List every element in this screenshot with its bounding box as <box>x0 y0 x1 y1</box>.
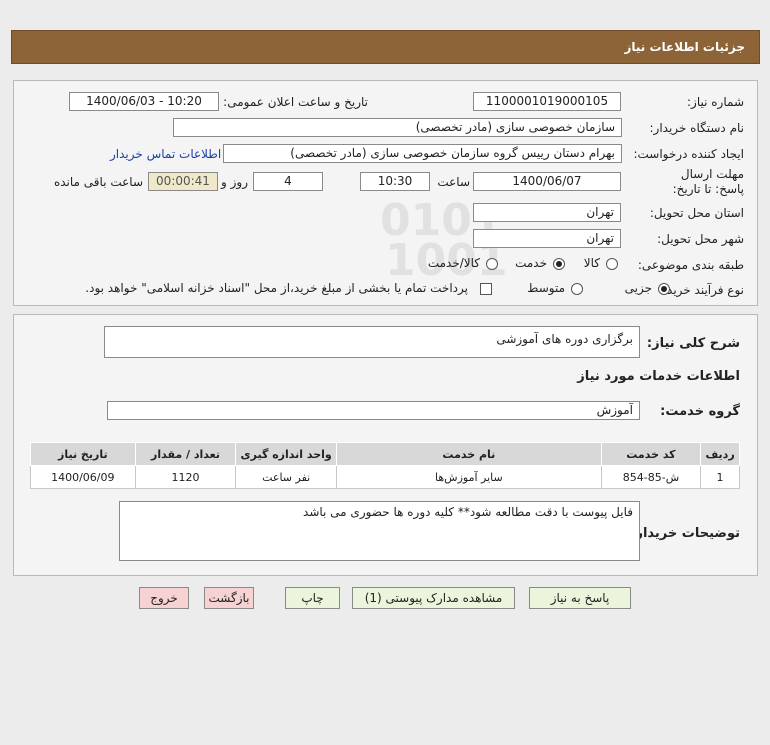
province-field[interactable]: تهران <box>473 203 621 222</box>
table-row[interactable]: 1 ش-85-854 سایر آموزش‌ها نفر ساعت 1120 1… <box>30 465 740 489</box>
col-code-header: کد خدمت <box>600 442 702 466</box>
buyer-contact-link[interactable]: اطلاعات تماس خریدار <box>110 147 221 161</box>
category-option-goods-service: کالا/خدمت <box>427 256 480 270</box>
category-radio-goods[interactable] <box>606 258 618 270</box>
cell-date: 1400/06/09 <box>30 465 136 489</box>
cell-unit: نفر ساعت <box>235 465 337 489</box>
process-label: نوع فرآیند خرید : <box>659 283 744 297</box>
announce-label: تاریخ و ساعت اعلان عمومی: <box>223 95 368 109</box>
process-option-minor: جزیی <box>624 281 652 295</box>
need-number-field[interactable]: 1100001019000105 <box>473 92 621 111</box>
service-group-field[interactable]: آموزش <box>107 401 640 420</box>
deadline-label: مهلت ارسال پاسخ: تا تاریخ: <box>672 167 744 196</box>
summary-label: شرح کلی نیاز: <box>646 336 740 351</box>
city-field[interactable]: تهران <box>473 229 621 248</box>
buyer-notes-label: توضیحات خریدار: <box>630 526 740 541</box>
announce-datetime-field[interactable]: 1400/06/03 - 10:20 <box>69 92 219 111</box>
cell-row: 1 <box>700 465 740 489</box>
buyer-notes-field[interactable]: فایل پیوست با دقت مطالعه شود** کلیه دوره… <box>119 501 640 561</box>
page-header: جزئیات اطلاعات نیاز <box>11 30 760 64</box>
services-heading: اطلاعات خدمات مورد نیاز <box>577 369 740 384</box>
service-group-label: گروه خدمت: <box>660 404 740 419</box>
reply-button[interactable]: پاسخ به نیاز <box>529 587 631 609</box>
days-label: روز و <box>221 175 248 189</box>
deadline-date-field[interactable]: 1400/06/07 <box>473 172 621 191</box>
col-date-header: تاریخ نیاز <box>30 442 136 466</box>
treasury-payment-checkbox[interactable] <box>480 283 492 295</box>
table-header-row: ردیف کد خدمت نام خدمت واحد اندازه گیری ت… <box>30 442 740 466</box>
remaining-label: ساعت باقی مانده <box>53 175 143 189</box>
process-radio-minor[interactable] <box>658 283 670 295</box>
buyer-org-field[interactable]: سازمان خصوصی سازی (مادر تخصصی) <box>173 118 622 137</box>
deadline-time-field[interactable]: 10:30 <box>360 172 430 191</box>
exit-button[interactable]: خروج <box>139 587 189 609</box>
summary-field[interactable]: برگزاری دوره های آموزشی <box>104 326 640 358</box>
view-attachments-button[interactable]: مشاهده مدارک پیوستی (1) <box>352 587 515 609</box>
creator-field[interactable]: بهرام دستان رییس گروه سازمان خصوصی سازی … <box>223 144 622 163</box>
print-button[interactable]: چاپ <box>285 587 340 609</box>
col-unit-header: واحد اندازه گیری <box>235 442 337 466</box>
col-qty-header: تعداد / مقدار <box>134 442 237 466</box>
services-table: ردیف کد خدمت نام خدمت واحد اندازه گیری ت… <box>30 442 740 489</box>
category-option-service: خدمت <box>515 256 547 270</box>
back-button[interactable]: بازگشت <box>204 587 254 609</box>
cell-name: سایر آموزش‌ها <box>335 465 602 489</box>
buyer-org-label: نام دستگاه خریدار: <box>649 121 745 135</box>
category-option-goods: کالا <box>583 256 600 270</box>
process-option-medium: متوسط <box>527 281 565 295</box>
col-name-header: نام خدمت <box>335 442 602 466</box>
remaining-timer: 00:00:41 <box>148 172 218 191</box>
need-number-label: شماره نیاز: <box>687 95 744 109</box>
category-radio-service[interactable] <box>553 258 565 270</box>
page-title: جزئیات اطلاعات نیاز <box>624 40 745 54</box>
need-info-panel <box>13 80 758 306</box>
province-label: استان محل تحویل: <box>649 206 744 220</box>
deadline-time-label: ساعت <box>437 175 470 189</box>
col-row-header: ردیف <box>700 442 740 466</box>
creator-label: ایجاد کننده درخواست: <box>633 147 744 161</box>
process-radio-medium[interactable] <box>571 283 583 295</box>
cell-code: ش-85-854 <box>600 465 702 489</box>
city-label: شهر محل تحویل: <box>657 232 744 246</box>
category-radio-goods-service[interactable] <box>486 258 498 270</box>
category-label: طبقه بندی موضوعی: <box>637 258 744 272</box>
days-field[interactable]: 4 <box>253 172 323 191</box>
cell-qty: 1120 <box>134 465 237 489</box>
treasury-payment-note: پرداخت تمام یا بخشی از مبلغ خرید،از محل … <box>85 281 468 295</box>
